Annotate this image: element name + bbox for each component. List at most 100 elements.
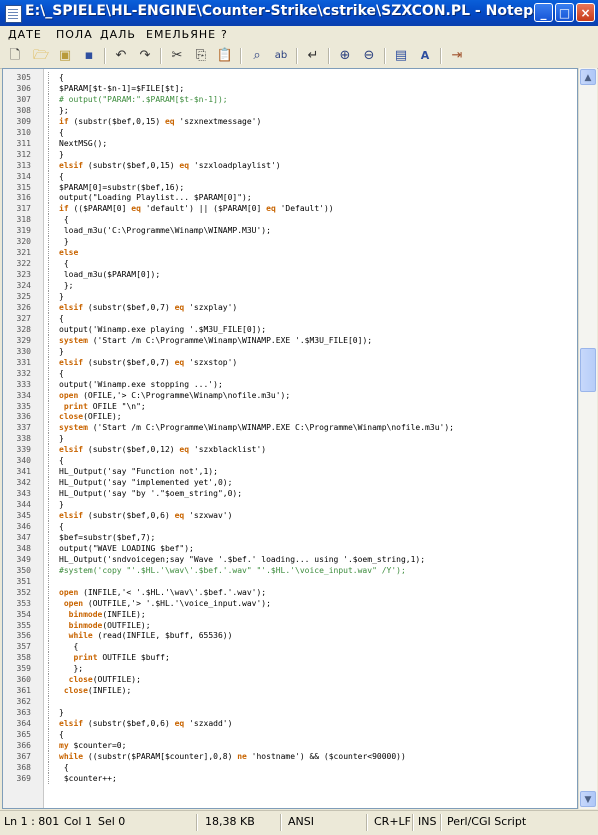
close-button[interactable]: × [576, 3, 595, 22]
code-line[interactable]: 316 output("Loading Playlist... $PARAM[0]… [3, 192, 577, 204]
new-file-icon[interactable]: 🗋 [6, 47, 24, 65]
code-line[interactable]: 326 elsif (substr($bef,0,7) eq 'szxplay') [3, 301, 577, 313]
code-line[interactable]: 351 [3, 575, 577, 587]
code-line[interactable]: 360 close(OUTFILE); [3, 674, 577, 686]
zoom-in-icon[interactable]: ⊕ [336, 47, 354, 65]
code-line[interactable]: 312} [3, 148, 577, 160]
undo-icon[interactable]: ↶ [112, 47, 130, 65]
code-line[interactable]: 361 close(INFILE); [3, 685, 577, 697]
code-line[interactable]: 342 HL_Output('say "implemented yet',0); [3, 477, 577, 489]
code-line[interactable]: 313 elsif (substr($bef,0,15) eq 'szxloadp… [3, 159, 577, 171]
menu-view[interactable]: ДАЛЬ [100, 28, 136, 41]
zoom-out-icon[interactable]: ⊖ [360, 47, 378, 65]
code-line[interactable]: 325} [3, 291, 577, 302]
code-line[interactable]: 362 [3, 696, 577, 708]
code-line[interactable]: 358 print OUTFILE $buff; [3, 652, 577, 664]
code-line[interactable]: 319 load_m3u('C:\Programme\Winamp\WINAMP… [3, 225, 577, 237]
scheme-icon[interactable]: ▤ [392, 47, 410, 65]
scroll-up-button[interactable]: ▲ [580, 69, 596, 85]
code-line[interactable]: 317 if (($PARAM[0] eq 'default') || ($PAR… [3, 203, 577, 215]
scroll-thumb[interactable] [580, 348, 596, 392]
code-line[interactable]: 330} [3, 345, 577, 357]
scroll-down-button[interactable]: ▼ [580, 791, 596, 807]
code-line[interactable]: 311 NextMSG(); [3, 137, 577, 149]
menu-settings[interactable]: ЕМЕЛЬЯНЕ [146, 28, 216, 41]
code-line[interactable]: 367 while ((substr($PARAM[$counter],0,8) … [3, 750, 577, 762]
menu-edit[interactable]: ПОЛА [56, 28, 93, 41]
code-line[interactable]: 369 $counter++; [3, 772, 577, 784]
code-line[interactable]: 350 #system('copy "'.$HL.'\wav\'.$bef.'.w… [3, 564, 577, 576]
code-line[interactable]: 343 HL_Output('say "by '."$oem_string",0)… [3, 488, 577, 500]
code-line[interactable]: 341 HL_Output('say "Function not',1); [3, 466, 577, 478]
font-icon[interactable]: A [416, 47, 434, 65]
code-line[interactable]: 364 elsif (substr($bef,0,6) eq 'szxadd') [3, 718, 577, 730]
cut-icon[interactable]: ✂ [168, 47, 186, 65]
code-line[interactable]: 337 system ('Start /m C:\Programme\Winamp… [3, 422, 577, 434]
code-line[interactable]: 338} [3, 433, 577, 445]
vertical-scrollbar[interactable]: ▲ ▼ [578, 68, 597, 809]
code-line[interactable]: 354 binmode(INFILE); [3, 608, 577, 620]
code-line[interactable]: 305 { [3, 72, 577, 83]
code-text: open (OFILE,'> C:\Programme\Winamp\nofil… [59, 390, 291, 400]
replace-icon[interactable]: ab [272, 47, 290, 65]
browse-icon[interactable]: ▣ [56, 47, 74, 65]
paste-icon[interactable]: 📋 [216, 47, 234, 65]
code-line[interactable]: 345 elsif (substr($bef,0,6) eq 'szxwav') [3, 510, 577, 521]
code-line[interactable]: 320 } [3, 236, 577, 248]
code-line[interactable]: 318 { [3, 214, 577, 226]
code-line[interactable]: 356 while (read(INFILE, $buff, 65536)) [3, 630, 577, 642]
minimize-button[interactable]: _ [534, 3, 553, 22]
code-line[interactable]: 333 output('Winamp.exe stopping ...'); [3, 378, 577, 390]
code-line[interactable]: 344} [3, 499, 577, 511]
code-line[interactable]: 306 $PARAM[$t-$n-1]=$FILE[$t]; [3, 82, 577, 94]
code-line[interactable]: 331 elsif (substr($bef,0,7) eq 'szxstop') [3, 356, 577, 368]
menu-file[interactable]: ДАТЕ [8, 28, 42, 41]
code-line[interactable]: 336 close(OFILE); [3, 411, 577, 423]
redo-icon[interactable]: ↷ [136, 47, 154, 65]
code-line[interactable]: 334 open (OFILE,'> C:\Programme\Winamp\no… [3, 389, 577, 401]
code-line[interactable]: 314 { [3, 170, 577, 182]
code-line[interactable]: 355 binmode(OUTFILE); [3, 619, 577, 631]
code-line[interactable]: 366 my $counter=0; [3, 739, 577, 751]
code-line[interactable]: 332 { [3, 367, 577, 379]
code-line[interactable]: 310 { [3, 126, 577, 138]
code-line[interactable]: 349 HL_Output('sndvoicegen;say "Wave '.$b… [3, 553, 577, 565]
code-line[interactable]: 347 $bef=substr($bef,7); [3, 531, 577, 543]
code-line[interactable]: 353 open (OUTFILE,'> '.$HL.'\voice_input… [3, 597, 577, 609]
code-line[interactable]: 346 { [3, 520, 577, 532]
code-line[interactable]: 309 if (substr($bef,0,15) eq 'szxnextmess… [3, 115, 577, 127]
find-icon[interactable]: ⌕ [248, 47, 266, 65]
code-line[interactable]: 339 elsif (substr($bef,0,12) eq 'szxblack… [3, 444, 577, 456]
code-editor[interactable]: 305 {306 $PARAM[$t-$n-1]=$FILE[$t]; 307 # ou… [2, 68, 578, 809]
code-line[interactable]: 328 output('Winamp.exe playing '.$M3U_FIL… [3, 323, 577, 335]
code-line[interactable]: 359 }; [3, 663, 577, 675]
code-line[interactable]: 308}; [3, 104, 577, 116]
code-line[interactable]: 324 }; [3, 280, 577, 292]
code-line[interactable]: 365 { [3, 729, 577, 740]
code-line[interactable]: 315 $PARAM[0]=substr($bef,16); [3, 181, 577, 193]
indent-guide [48, 389, 50, 401]
code-line[interactable]: 368 { [3, 761, 577, 773]
exit-icon[interactable]: ⇥ [448, 47, 466, 65]
code-line[interactable]: 321 else [3, 247, 577, 259]
menu-help[interactable]: ? [221, 28, 228, 41]
code-line[interactable]: 340 { [3, 455, 577, 467]
indent-guide [48, 652, 50, 664]
code-line[interactable]: 352 open (INFILE,'< '.$HL.'\wav\'.$bef.'.… [3, 586, 577, 598]
word-wrap-icon[interactable]: ↵ [304, 47, 322, 65]
code-line[interactable]: 357 { [3, 641, 577, 653]
code-line[interactable]: 307 # output("PARAM:".$PARAM[$t-$n-1]); [3, 93, 577, 105]
code-line[interactable]: 322 { [3, 258, 577, 270]
code-line[interactable]: 335 print OFILE "\n"; [3, 400, 577, 412]
code-line[interactable]: 348 output("WAVE LOADING $bef"); [3, 542, 577, 554]
code-line[interactable]: 363} [3, 707, 577, 719]
save-icon[interactable]: ▪ [80, 47, 98, 65]
maximize-button[interactable]: □ [555, 3, 574, 22]
copy-icon[interactable]: ⎘ [192, 47, 210, 65]
code-line[interactable]: 329 system ('Start /m C:\Programme\Winamp… [3, 334, 577, 346]
code-line[interactable]: 327 { [3, 312, 577, 324]
code-line[interactable]: 323 load_m3u($PARAM[0]); [3, 269, 577, 281]
indent-guide [48, 159, 50, 171]
open-file-icon[interactable]: 🗁 [32, 47, 50, 65]
code-text: if (($PARAM[0] eq 'default') || ($PARAM[… [59, 204, 334, 214]
